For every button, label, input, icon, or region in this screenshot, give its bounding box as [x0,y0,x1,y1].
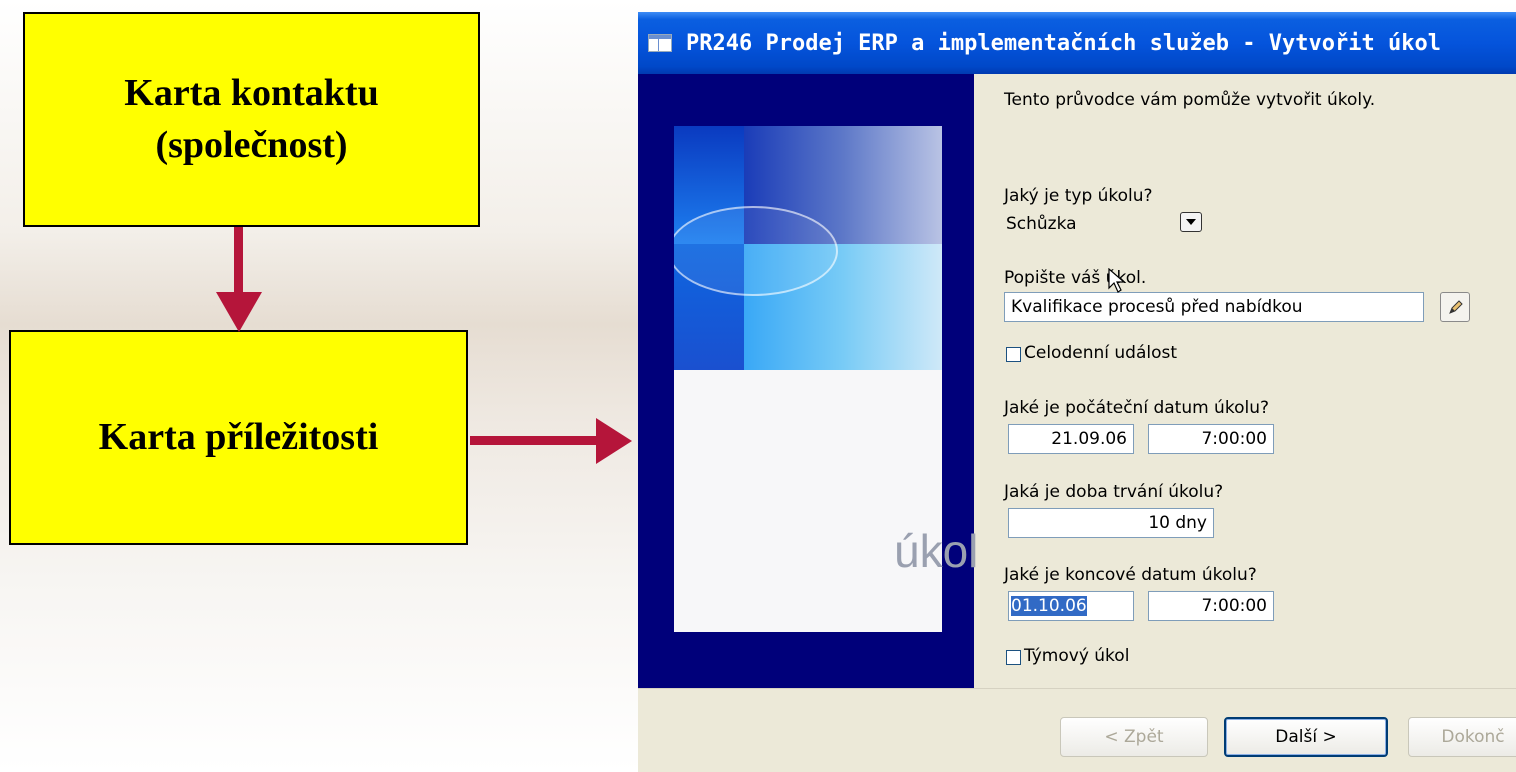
pencil-icon[interactable] [1440,292,1470,322]
wizard-watermark: úkol [894,525,979,577]
wizard-dialog: PR246 Prodej ERP a implementačních služe… [638,12,1516,772]
wizard-intro: Tento průvodce vám pomůže vytvořit úkoly… [1004,90,1376,110]
down-arrow-head [216,292,262,332]
mouse-cursor-icon [1108,268,1126,293]
right-arrow-head [596,418,632,464]
contact-card-box: Karta kontaktu (společnost) [23,12,480,227]
end-date-input[interactable]: 01.10.06 [1008,591,1134,621]
wizard-graphic-panel [674,370,942,632]
team-task-label: Týmový úkol [1024,646,1130,666]
team-task-checkbox[interactable] [1006,650,1021,665]
back-button[interactable]: < Zpět [1060,717,1208,757]
wizard-sidebar: úkol [638,74,978,688]
opportunity-card-label: Karta příležitosti [98,415,379,458]
task-description-input[interactable]: Kvalifikace procesů před nabídkou [1004,292,1424,322]
task-type-value: Schůzka [1006,214,1077,234]
wizard-graphic [674,126,942,370]
end-time-input[interactable]: 7:00:00 [1148,591,1274,621]
duration-input[interactable]: 10 dny [1008,508,1214,538]
title-bar[interactable]: PR246 Prodej ERP a implementačních služe… [638,12,1516,74]
window-app-icon [648,34,672,52]
allday-label: Celodenní událost [1024,343,1178,363]
start-time-input[interactable]: 7:00:00 [1148,424,1274,454]
start-date-input[interactable]: 21.09.06 [1008,424,1134,454]
task-type-select[interactable]: Schůzka [1004,210,1204,238]
opportunity-card-box: Karta příležitosti [9,330,468,545]
window-title: PR246 Prodej ERP a implementačních služe… [686,30,1441,56]
dropdown-arrow-icon[interactable] [1180,212,1202,232]
wizard-footer: < Zpět Další > Dokonč [638,688,1516,772]
next-button[interactable]: Další > [1224,717,1388,757]
allday-checkbox[interactable] [1006,347,1021,362]
task-type-label: Jaký je typ úkolu? [1004,186,1153,206]
duration-label: Jaká je doba trvání úkolu? [1004,482,1224,502]
end-date-label: Jaké je koncové datum úkolu? [1004,565,1257,585]
contact-card-label: Karta kontaktu (společnost) [124,72,379,166]
finish-button[interactable]: Dokonč [1408,717,1516,757]
end-date-value: 01.10.06 [1011,596,1087,616]
start-date-label: Jaké je počáteční datum úkolu? [1004,398,1269,418]
